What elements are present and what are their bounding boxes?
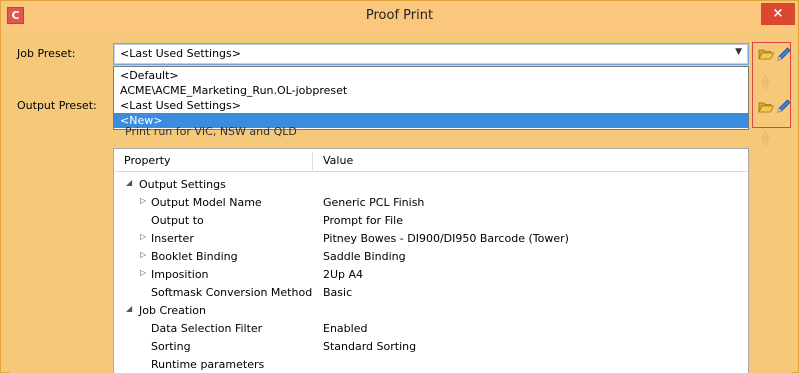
chevron-down-icon[interactable]: ▼: [735, 47, 742, 57]
dialog-body: Job Preset: Output Preset: <Last Used Se…: [9, 35, 792, 373]
preset-description: Print run for VIC, NSW and QLD: [125, 127, 745, 143]
expand-arrow-icon[interactable]: ▷: [140, 250, 146, 259]
table-row[interactable]: ▷ Imposition 2Up A4: [115, 266, 747, 284]
property-name: Softmask Conversion Method: [151, 286, 313, 299]
property-name: Inserter: [151, 232, 194, 245]
table-row[interactable]: ▷ Output Model Name Generic PCL Finish: [115, 194, 747, 212]
close-button[interactable]: ×: [761, 3, 795, 25]
table-row[interactable]: Data Selection Filter Enabled: [115, 320, 747, 338]
property-value: Basic: [323, 286, 353, 299]
table-row[interactable]: Softmask Conversion Method Basic: [115, 284, 747, 302]
property-name: Output to: [151, 214, 204, 227]
property-name: Sorting: [151, 340, 191, 353]
spin-down-icon: ▽: [762, 82, 769, 92]
output-preset-label: Output Preset:: [17, 99, 97, 112]
dropdown-option-new[interactable]: <New>: [114, 113, 748, 128]
property-value: Generic PCL Finish: [323, 196, 425, 209]
property-value: Standard Sorting: [323, 340, 417, 353]
job-pencil-edit-icon[interactable]: [776, 46, 792, 62]
property-name: Runtime parameters: [151, 358, 265, 371]
collapse-arrow-icon[interactable]: ◢: [126, 178, 132, 187]
output-folder-open-icon[interactable]: [758, 101, 774, 113]
group-row-output-settings[interactable]: ◢ Output Settings: [115, 176, 747, 194]
dropdown-option-last-used[interactable]: <Last Used Settings>: [114, 98, 748, 113]
property-value: Pitney Bowes - DI900/DI950 Barcode (Towe…: [323, 232, 569, 245]
column-separator[interactable]: [312, 152, 313, 170]
property-value: 2Up A4: [323, 268, 364, 281]
property-column-header[interactable]: Property: [124, 154, 171, 167]
spin-down-icon-2: ▽: [762, 138, 769, 148]
title-bar[interactable]: C Proof Print ×: [1, 1, 798, 31]
property-value: Saddle Binding: [323, 250, 406, 263]
description-text: Print run for VIC, NSW and QLD: [125, 127, 297, 138]
property-name: Data Selection Filter: [151, 322, 263, 335]
value-column-header[interactable]: Value: [323, 154, 353, 167]
expand-arrow-icon[interactable]: ▷: [140, 196, 146, 205]
job-preset-dropdown-list: <Default> ACME\ACME_Marketing_Run.OL-job…: [113, 66, 749, 130]
proof-print-dialog: C Proof Print × Job Preset: Output Prese…: [0, 0, 799, 373]
output-pencil-edit-icon[interactable]: [776, 98, 792, 114]
table-row[interactable]: Sorting Standard Sorting: [115, 338, 747, 356]
job-preset-value: <Last Used Settings>: [120, 47, 241, 60]
property-name: Booklet Binding: [151, 250, 238, 263]
dropdown-option-acme-marketing[interactable]: ACME\ACME_Marketing_Run.OL-jobpreset: [114, 83, 748, 98]
expand-arrow-icon[interactable]: ▷: [140, 268, 146, 277]
job-folder-open-icon[interactable]: [758, 48, 774, 60]
window-title: Proof Print: [365, 8, 434, 23]
dropdown-option-default[interactable]: <Default>: [114, 68, 748, 83]
property-value: Enabled: [323, 322, 368, 335]
table-header: Property Value: [115, 150, 747, 172]
group-row-job-creation[interactable]: ◢ Job Creation: [115, 302, 747, 320]
table-row[interactable]: Output to Prompt for File: [115, 212, 747, 230]
group-label: Job Creation: [139, 304, 206, 317]
property-name: Output Model Name: [151, 196, 262, 209]
table-row[interactable]: Runtime parameters: [115, 356, 747, 373]
property-name: Imposition: [151, 268, 209, 281]
property-value: Prompt for File: [323, 214, 403, 227]
collapse-arrow-icon[interactable]: ◢: [126, 304, 132, 313]
job-preset-label: Job Preset:: [17, 47, 76, 60]
group-label: Output Settings: [139, 178, 226, 191]
table-row[interactable]: ▷ Inserter Pitney Bowes - DI900/DI950 Ba…: [115, 230, 747, 248]
properties-table[interactable]: Property Value ◢ Output Settings ▷ Outpu…: [113, 148, 749, 373]
job-preset-select[interactable]: <Last Used Settings> ▼: [113, 43, 749, 65]
table-row[interactable]: ▷ Booklet Binding Saddle Binding: [115, 248, 747, 266]
expand-arrow-icon[interactable]: ▷: [140, 232, 146, 241]
